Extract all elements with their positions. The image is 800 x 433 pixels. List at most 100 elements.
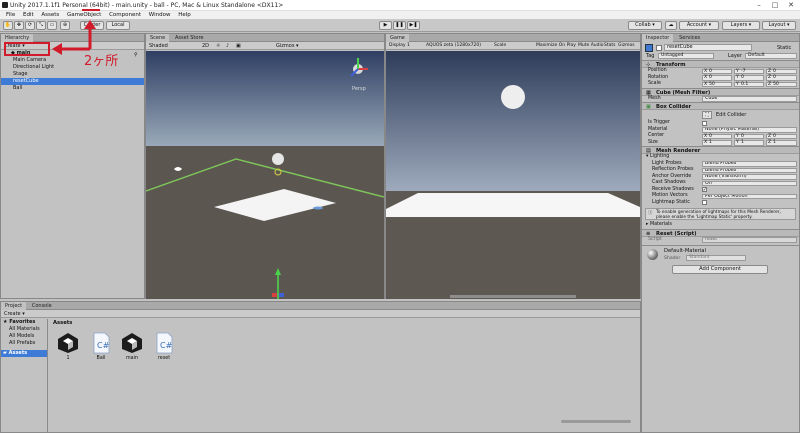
fav-item[interactable]: All Prefabs — [1, 340, 47, 347]
fav-item[interactable]: All Materials — [1, 326, 47, 333]
cube-object-icon — [645, 44, 653, 52]
center-z-field[interactable]: Z0 — [766, 133, 797, 139]
static-toggle[interactable]: Static — [777, 45, 791, 51]
rotation-x-field[interactable]: X0 — [702, 75, 732, 81]
hierarchy-item-ball[interactable]: Ball — [1, 85, 144, 92]
script-field[interactable]: reset — [702, 237, 797, 243]
csharp-script-icon: C# — [93, 332, 110, 354]
scene-gizmos-dropdown[interactable]: Gizmos ▾ — [276, 42, 299, 50]
layout-dropdown[interactable]: Layout ▾ — [762, 21, 796, 30]
layers-dropdown[interactable]: Layers ▾ — [722, 21, 760, 30]
mesh-filter-header[interactable]: Cube (Mesh Filter) ▦ — [642, 87, 799, 96]
inspector-object-header: resetCube Static Tag Untagged Layer Defa… — [642, 42, 799, 60]
asset-item[interactable]: C# reset — [153, 332, 175, 366]
collab-button[interactable]: Collab ▾ — [628, 21, 662, 30]
anchor-override-field[interactable]: None (Transform) — [702, 174, 797, 180]
position-z-field[interactable]: Z0 — [766, 68, 797, 74]
tab-scene[interactable]: Scene — [146, 34, 170, 42]
scale-y-field[interactable]: Y 0.1 — [734, 81, 764, 87]
tag-dropdown[interactable]: Untagged — [658, 53, 714, 59]
game-display-dropdown[interactable]: Display 1 — [389, 42, 410, 50]
tab-project[interactable]: Project — [1, 302, 27, 310]
size-z-field[interactable]: Z1 — [766, 140, 797, 146]
size-x-field[interactable]: X1 — [702, 140, 732, 146]
is-trigger-checkbox[interactable] — [702, 120, 707, 126]
tab-asset-store[interactable]: Asset Store — [171, 34, 207, 42]
size-y-field[interactable]: Y1 — [734, 140, 764, 146]
cloud-icon[interactable]: ☁ — [665, 21, 677, 30]
tab-console[interactable]: Console — [28, 302, 56, 310]
maximize-button[interactable]: □ — [768, 1, 782, 10]
minimize-button[interactable]: – — [752, 1, 766, 10]
game-gizmos[interactable]: Gizmos — [618, 42, 635, 50]
scale-tool-button[interactable]: ⤡ — [36, 21, 46, 30]
game-mute-audio[interactable]: Mute Audio — [578, 42, 604, 50]
edit-collider-icon[interactable]: ⛶ — [702, 111, 712, 119]
center-x-field[interactable]: X0 — [702, 133, 732, 139]
rotate-tool-button[interactable]: ⟳ — [25, 21, 35, 30]
center-y-field[interactable]: Y0 — [734, 133, 764, 139]
scale-z-field[interactable]: Z 50 — [766, 81, 797, 87]
menu-assets[interactable]: Assets — [41, 11, 59, 19]
hand-tool-button[interactable]: ✋ — [3, 21, 13, 30]
asset-item[interactable]: C# Ball — [90, 332, 112, 366]
scale-x-field[interactable]: X 50 — [702, 81, 732, 87]
shader-dropdown[interactable]: Standard — [686, 255, 746, 261]
assets-folder-item[interactable]: ▰ Assets — [1, 350, 47, 357]
tab-services[interactable]: Services — [675, 34, 704, 42]
menu-help[interactable]: Help — [178, 11, 191, 19]
layer-dropdown[interactable]: Default — [745, 53, 797, 59]
scene-2d-toggle[interactable]: 2D — [202, 42, 209, 50]
tab-game[interactable]: Game — [386, 34, 409, 42]
project-create-button[interactable]: Create ▾ — [1, 311, 25, 317]
menu-component[interactable]: Component — [109, 11, 141, 19]
move-tool-button[interactable]: ✥ — [14, 21, 24, 30]
object-name-field[interactable]: resetCube — [664, 44, 752, 51]
scene-audio-icon[interactable]: ♪ — [226, 42, 229, 50]
lightmap-static-checkbox[interactable] — [702, 200, 707, 205]
pause-button[interactable]: ❚❚ — [393, 21, 406, 30]
game-viewport[interactable] — [386, 51, 640, 299]
close-button[interactable]: ✕ — [784, 1, 798, 10]
menu-edit[interactable]: Edit — [23, 11, 34, 19]
position-y-field[interactable]: Y -7 — [734, 68, 764, 74]
game-maximize-on-play[interactable]: Maximize On Play — [536, 42, 576, 50]
rotation-z-field[interactable]: Z0 — [766, 75, 797, 81]
game-stats[interactable]: Stats — [604, 42, 616, 50]
light-probes-dropdown[interactable]: Blend Probes — [702, 161, 797, 167]
favorites-header[interactable]: ★ Favorites — [1, 319, 47, 326]
box-collider-header[interactable]: Box Collider ▣ — [642, 102, 799, 110]
fav-item[interactable]: All Models — [1, 333, 47, 340]
step-button[interactable]: ▶❚ — [407, 21, 420, 30]
reflection-probes-dropdown[interactable]: Blend Probes — [702, 167, 797, 173]
asset-item[interactable]: 1 — [57, 332, 79, 366]
scene-effects-icon[interactable]: ▣ — [236, 42, 241, 50]
transform-header[interactable]: Transform ⊹ — [642, 60, 799, 68]
reset-script-header[interactable]: Reset (Script) ≡ — [642, 228, 799, 237]
tab-hierarchy[interactable]: Hierarchy — [1, 34, 34, 42]
asset-item[interactable]: main — [121, 332, 143, 366]
position-x-field[interactable]: X0 — [702, 68, 732, 74]
motion-vectors-dropdown[interactable]: Per Object Motion — [702, 193, 797, 199]
game-aspect-dropdown[interactable]: AQUOS zeta (1280x720) — [426, 42, 481, 50]
menu-bar: File Edit Assets GameObject Component Wi… — [0, 11, 800, 19]
menu-window[interactable]: Window — [149, 11, 171, 19]
scene-light-icon[interactable]: ☼ — [216, 42, 220, 50]
rotation-y-field[interactable]: Y0 — [734, 75, 764, 81]
play-button[interactable]: ▶ — [379, 21, 392, 30]
assets-breadcrumb[interactable]: Assets — [53, 320, 72, 326]
menu-gameobject[interactable]: GameObject — [67, 11, 101, 19]
mesh-field[interactable]: Cube — [702, 96, 797, 102]
add-component-button[interactable]: Add Component — [672, 265, 768, 274]
menu-file[interactable]: File — [6, 11, 15, 19]
mesh-renderer-header[interactable]: Mesh Renderer ▤ — [642, 146, 799, 154]
scene-shading-dropdown[interactable]: Shaded — [149, 42, 168, 50]
tab-inspector[interactable]: Inspector — [642, 34, 674, 42]
receive-shadows-checkbox[interactable]: ✔ — [702, 187, 707, 192]
icon-size-slider[interactable] — [561, 420, 631, 423]
cast-shadows-dropdown[interactable]: On — [702, 180, 797, 186]
account-button[interactable]: Account ▾ — [679, 21, 719, 30]
object-active-checkbox[interactable] — [656, 45, 662, 51]
scene-viewport[interactable]: Persp — [146, 51, 384, 299]
collider-material-field[interactable]: None (Physic Material) — [702, 127, 797, 133]
